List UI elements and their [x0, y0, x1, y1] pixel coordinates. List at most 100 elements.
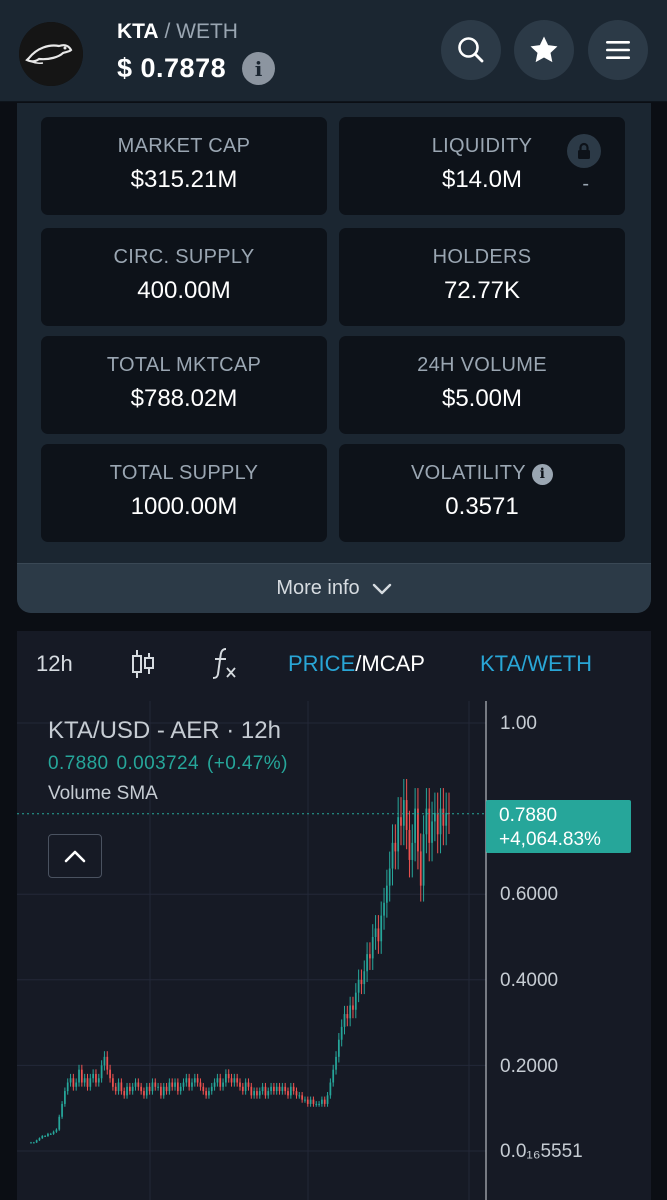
chart-panel: 12h PRICE/MCAP KTA/WETH KTA/USD - AER · … — [17, 631, 651, 1200]
stat-total-mktcap: TOTAL MKTCAP $788.02M — [41, 336, 327, 434]
candle-body — [323, 1099, 326, 1104]
candle-body — [134, 1082, 137, 1087]
hamburger-menu-icon — [606, 41, 630, 59]
liquidity-locked-value: - — [582, 173, 589, 195]
stat-label: HOLDERS — [432, 246, 532, 268]
header-price: $ 0.7878 — [117, 53, 227, 83]
candle-body — [222, 1082, 224, 1087]
candle-body — [374, 928, 377, 937]
candle-body — [174, 1082, 176, 1087]
collapse-legend-button[interactable] — [48, 834, 102, 878]
candle-body — [363, 971, 366, 985]
token-stats-panel: MARKET CAP $315.21M LIQUIDITY $14.0M - C… — [17, 103, 651, 613]
candle-body — [128, 1086, 131, 1092]
candle-body — [140, 1086, 143, 1092]
search-icon — [458, 37, 484, 63]
candle-body — [151, 1082, 154, 1092]
candle-body — [340, 1026, 343, 1040]
last-price-tag-change: +4,064.83% — [499, 829, 601, 850]
stat-label: TOTAL SUPPLY — [109, 462, 259, 484]
lock-icon[interactable] — [567, 134, 601, 168]
candle-body — [202, 1086, 205, 1092]
candle-body — [366, 954, 368, 972]
candle-body — [239, 1082, 241, 1087]
price-option[interactable]: PRICE — [288, 651, 355, 676]
candle-body — [185, 1078, 188, 1083]
stat-label: 24H VOLUME — [417, 354, 547, 376]
indicators-fx-icon[interactable] — [210, 646, 240, 680]
candle-body — [318, 1103, 320, 1105]
candle-body — [38, 1138, 41, 1141]
stat-liquidity: LIQUIDITY $14.0M - — [339, 117, 625, 215]
candle-body — [298, 1095, 301, 1097]
interval-selector[interactable]: 12h — [36, 651, 73, 677]
candle-body — [213, 1082, 216, 1087]
candles-icon[interactable] — [130, 648, 156, 680]
candle-body — [414, 808, 416, 843]
candle-body — [434, 812, 436, 822]
candle-body — [349, 1005, 352, 1019]
candle-body — [168, 1082, 171, 1092]
candle-body — [402, 800, 405, 826]
candle-body — [205, 1091, 207, 1096]
candle-body — [35, 1140, 38, 1143]
top-header: KTA / WETH $ 0.7878 i — [0, 0, 667, 102]
candle-body — [72, 1078, 75, 1087]
candle-body — [157, 1086, 159, 1088]
menu-button[interactable] — [588, 20, 648, 80]
legend-last: 0.7880 — [48, 753, 109, 774]
candle-body — [250, 1086, 253, 1096]
favorite-button[interactable] — [514, 20, 574, 80]
candle-body — [95, 1073, 97, 1083]
stat-label: MARKET CAP — [117, 135, 251, 157]
candle-body — [445, 812, 448, 826]
pair-separator: / — [158, 20, 177, 43]
candle-body — [182, 1082, 185, 1087]
candle-body — [191, 1082, 193, 1087]
search-button[interactable] — [441, 20, 501, 80]
candle-body — [436, 812, 439, 835]
pair-selector[interactable]: KTA/WETH — [480, 651, 592, 677]
candle-body — [75, 1082, 78, 1087]
y-axis-label: 0.6000 — [500, 884, 559, 905]
candle-body — [329, 1082, 332, 1096]
candle-body — [380, 915, 383, 942]
mcap-option[interactable]: MCAP — [361, 651, 425, 676]
info-icon[interactable]: i — [242, 52, 276, 85]
candle-body — [41, 1136, 44, 1139]
stat-value: 72.77K — [443, 277, 521, 304]
last-price-tag: 0.7880 +4,064.83% — [486, 800, 631, 853]
candle-body — [261, 1086, 264, 1092]
candle-body — [92, 1073, 95, 1079]
candle-body — [258, 1091, 261, 1096]
candle-body — [352, 1005, 354, 1010]
candle-body — [44, 1136, 46, 1138]
candle-body — [176, 1082, 179, 1092]
candle-body — [289, 1086, 292, 1096]
more-info-button[interactable]: More info — [17, 563, 651, 613]
price-mcap-toggle[interactable]: PRICE/MCAP — [288, 651, 425, 677]
candle-body — [256, 1091, 258, 1096]
candle-body — [179, 1086, 182, 1092]
candle-body — [312, 1099, 315, 1104]
candle-body — [284, 1086, 287, 1092]
candle-body — [408, 830, 411, 860]
candle-body — [78, 1069, 80, 1083]
candle-body — [244, 1082, 247, 1092]
stat-label: VOLATILITY i — [339, 462, 625, 485]
stat-circ-supply: CIRC. SUPPLY 400.00M — [41, 228, 327, 326]
candle-body — [47, 1133, 49, 1137]
candle-body — [346, 1014, 349, 1019]
volatility-info-icon[interactable]: i — [531, 463, 553, 485]
candle-body — [143, 1091, 145, 1096]
candle-body — [126, 1086, 128, 1096]
candle-body — [208, 1091, 210, 1096]
candle-body — [66, 1082, 69, 1092]
star-icon — [530, 36, 558, 63]
stat-value: 400.00M — [137, 277, 231, 304]
candle-body — [309, 1099, 312, 1104]
candle-body — [32, 1142, 35, 1144]
candle-body — [230, 1078, 233, 1083]
stat-volatility: VOLATILITY i 0.3571 — [339, 444, 625, 542]
candle-body — [343, 1014, 346, 1027]
